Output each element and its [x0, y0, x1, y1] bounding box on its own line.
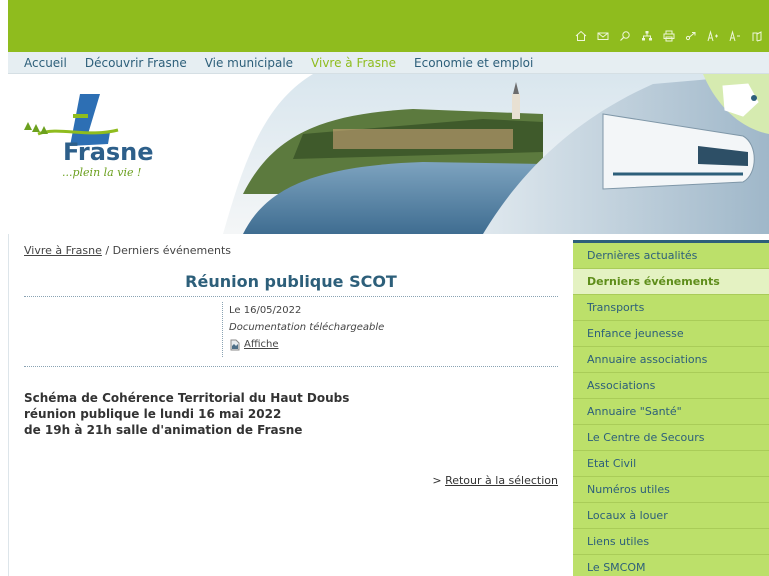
event-date: Le 16/05/2022 [229, 305, 302, 316]
breadcrumb: Vivre à Frasne / Derniers événements [24, 244, 231, 257]
event-meta: Le 16/05/2022 Documentation téléchargeab… [222, 302, 384, 357]
sidebar-menu: Dernières actualités Derniers événements… [573, 240, 769, 576]
home-icon[interactable] [575, 30, 587, 42]
description-line: réunion publique le lundi 16 mai 2022 [24, 407, 282, 421]
content-border [8, 234, 9, 576]
sidebar-item-annuaire-associations[interactable]: Annuaire associations [573, 347, 769, 373]
print-icon[interactable] [663, 30, 675, 42]
breadcrumb-separator: / [101, 244, 113, 257]
exit-icon[interactable] [751, 30, 763, 42]
back-to-selection: > Retour à la sélection [432, 474, 558, 487]
nav-item-accueil[interactable]: Accueil [24, 56, 67, 70]
breadcrumb-link-vivre-a-frasne[interactable]: Vivre à Frasne [24, 244, 102, 257]
mail-icon[interactable] [597, 30, 609, 42]
nav-item-decouvrir-frasne[interactable]: Découvrir Frasne [85, 56, 187, 70]
description-line: Schéma de Cohérence Territorial du Haut … [24, 391, 350, 405]
sidebar-item-derniers-evenements[interactable]: Derniers événements [573, 269, 769, 295]
top-bar [8, 0, 769, 52]
nav-item-vie-municipale[interactable]: Vie municipale [205, 56, 293, 70]
description-line: de 19h à 21h salle d'animation de Frasne [24, 423, 303, 437]
sidebar-item-le-smcom[interactable]: Le SMCOM [573, 555, 769, 576]
brand-name: Frasne [63, 138, 154, 166]
toolbar [575, 30, 763, 42]
title-divider [24, 296, 558, 297]
document-icon [230, 339, 240, 350]
font-increase-icon[interactable] [707, 30, 719, 42]
sidebar-item-liens-utiles[interactable]: Liens utiles [573, 529, 769, 555]
brand-tagline: ...plein la vie ! [62, 166, 142, 179]
event-description: Schéma de Cohérence Territorial du Haut … [24, 390, 349, 438]
font-decrease-icon[interactable] [729, 30, 741, 42]
sidebar-item-transports[interactable]: Transports [573, 295, 769, 321]
sidebar-item-centre-de-secours[interactable]: Le Centre de Secours [573, 425, 769, 451]
nav-item-economie-emploi[interactable]: Economie et emploi [414, 56, 533, 70]
attachment-label: Affiche [244, 339, 279, 350]
meta-divider [24, 366, 558, 367]
share-icon[interactable] [685, 30, 697, 42]
nav-item-vivre-a-frasne[interactable]: Vivre à Frasne [311, 56, 396, 70]
header-banner: Frasne ...plein la vie ! [8, 74, 769, 234]
back-arrow: > [432, 474, 446, 487]
sidebar-item-dernieres-actualites[interactable]: Dernières actualités [573, 243, 769, 269]
search-icon[interactable] [619, 30, 631, 42]
sidebar-item-annuaire-sante[interactable]: Annuaire "Santé" [573, 399, 769, 425]
sidebar-item-etat-civil[interactable]: Etat Civil [573, 451, 769, 477]
breadcrumb-current: Derniers événements [112, 244, 232, 257]
attachment-link[interactable]: Affiche [229, 336, 279, 353]
back-to-selection-link[interactable]: Retour à la sélection [445, 474, 558, 487]
documentation-label: Documentation téléchargeable [229, 322, 385, 333]
sidebar-item-enfance-jeunesse[interactable]: Enfance jeunesse [573, 321, 769, 347]
page-title: Réunion publique SCOT [185, 272, 397, 291]
main-nav: Accueil Découvrir Frasne Vie municipale … [8, 52, 769, 74]
sitemap-icon[interactable] [641, 30, 653, 42]
sidebar-item-locaux-a-louer[interactable]: Locaux à louer [573, 503, 769, 529]
banner-landscape-image [223, 74, 769, 234]
sidebar-item-numeros-utiles[interactable]: Numéros utiles [573, 477, 769, 503]
sidebar-item-associations[interactable]: Associations [573, 373, 769, 399]
